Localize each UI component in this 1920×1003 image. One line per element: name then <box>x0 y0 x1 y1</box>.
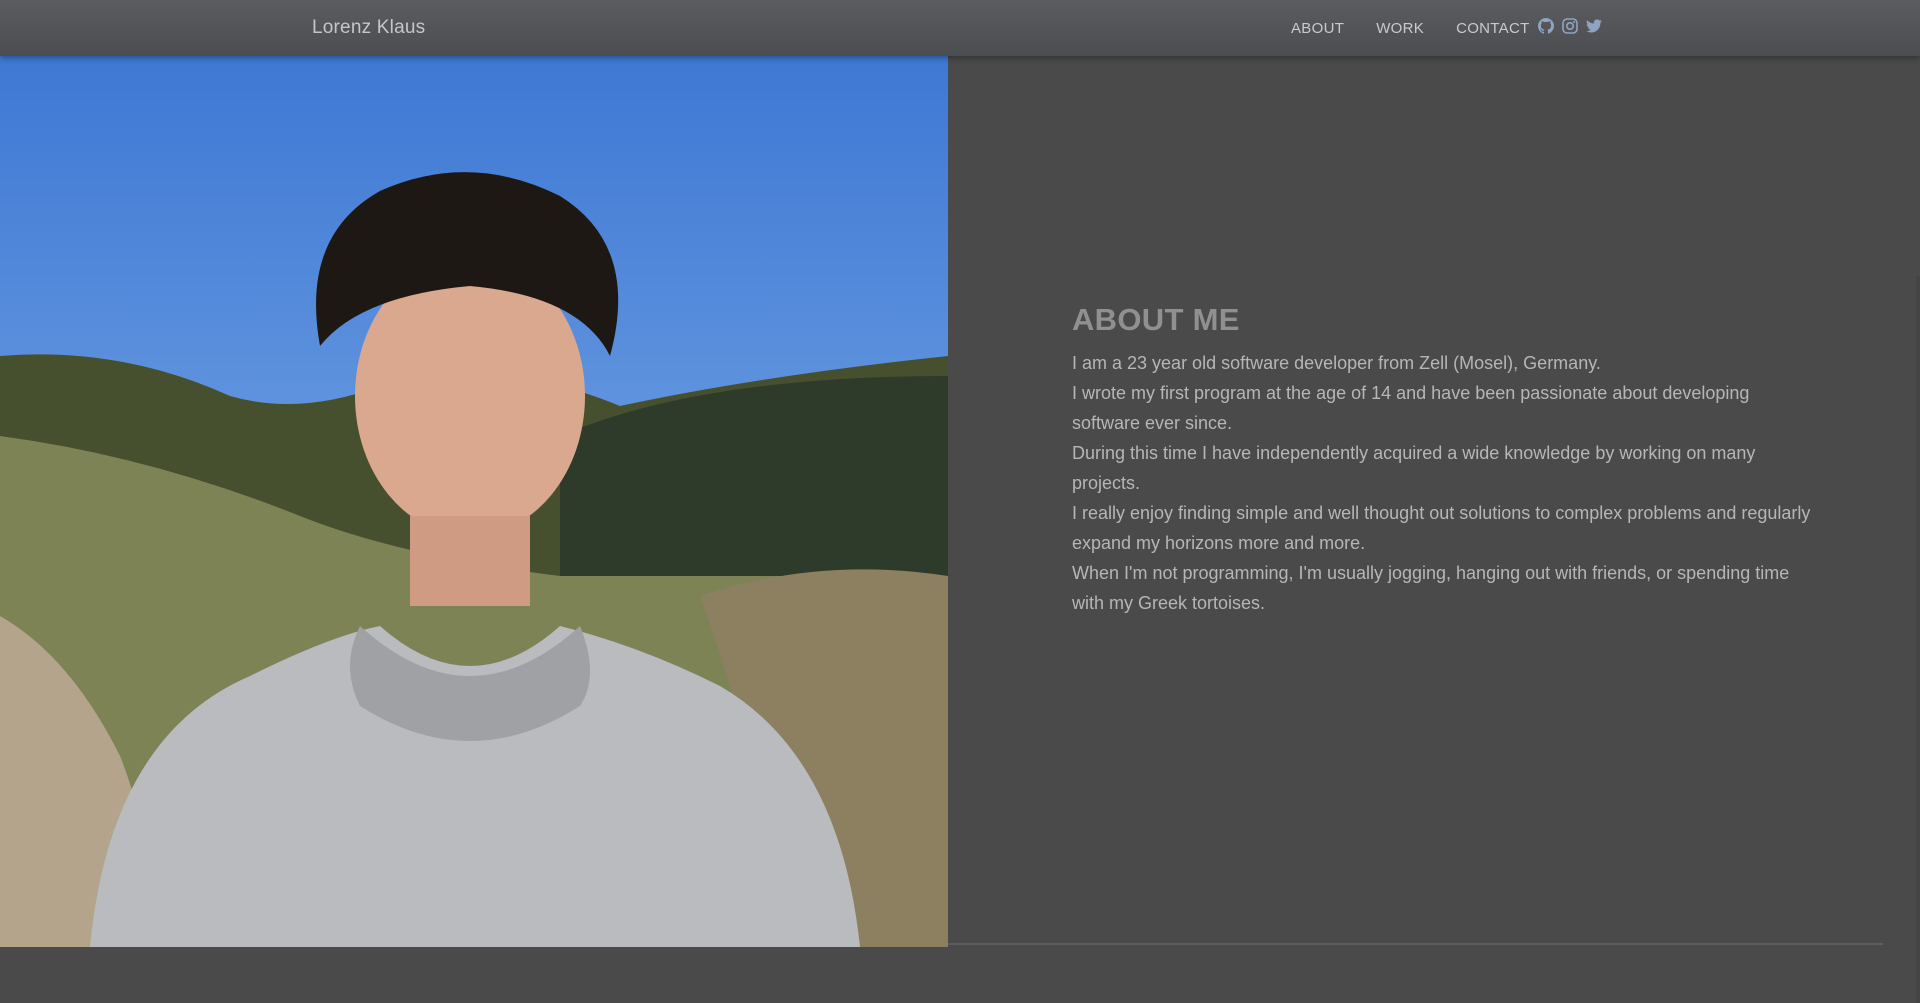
social-links <box>1538 18 1602 34</box>
instagram-icon[interactable] <box>1562 18 1578 34</box>
nav-link-work[interactable]: WORK <box>1376 20 1424 37</box>
portrait-photo <box>0 56 948 947</box>
navbar: Lorenz Klaus ABOUT WORK CONTACT <box>0 0 1920 56</box>
about-title: ABOUT ME <box>1072 302 1240 338</box>
nav-link-contact[interactable]: CONTACT <box>1456 20 1529 37</box>
nav-link-about[interactable]: ABOUT <box>1291 20 1344 37</box>
scrollbar[interactable] <box>1916 276 1920 1003</box>
about-paragraph: I wrote my first program at the age of 1… <box>1072 378 1812 438</box>
about-section: ABOUT ME I am a 23 year old software dev… <box>948 56 1920 947</box>
brand-name[interactable]: Lorenz Klaus <box>312 0 425 56</box>
github-icon[interactable] <box>1538 18 1554 34</box>
twitter-icon[interactable] <box>1586 18 1602 34</box>
nav-links: ABOUT WORK CONTACT <box>1291 0 1562 56</box>
about-paragraph: When I'm not programming, I'm usually jo… <box>1072 558 1812 618</box>
bottom-divider <box>948 943 1883 945</box>
about-paragraph: I am a 23 year old software developer fr… <box>1072 348 1812 378</box>
about-paragraph: During this time I have independently ac… <box>1072 438 1812 498</box>
about-body: I am a 23 year old software developer fr… <box>1072 348 1812 618</box>
about-paragraph: I really enjoy finding simple and well t… <box>1072 498 1812 558</box>
